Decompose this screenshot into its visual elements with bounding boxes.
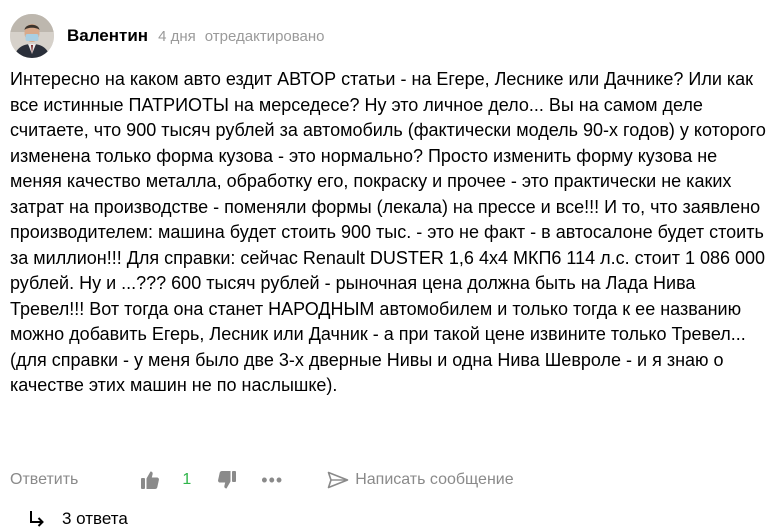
author-name[interactable]: Валентин — [67, 26, 148, 46]
replies-toggle[interactable]: 3 ответа — [28, 507, 128, 531]
reply-arrow-icon — [30, 511, 44, 527]
comment-time[interactable]: 4 дня — [158, 28, 196, 45]
dislike-button[interactable] — [217, 470, 237, 490]
like-count: 1 — [182, 471, 192, 488]
comment-text: Интересно на каком авто ездит АВТОР стат… — [10, 69, 766, 395]
thumbs-down-icon — [218, 471, 237, 489]
edited-label: отредактировано — [204, 27, 325, 45]
like-button[interactable] — [140, 470, 160, 490]
thumbs-up-icon — [141, 471, 160, 489]
comment-header: Валентин 4 дня отредактировано — [10, 14, 325, 58]
write-message-button[interactable]: Написать сообщение — [327, 471, 514, 489]
send-message-icon — [327, 471, 349, 489]
more-dots-icon[interactable]: ••• — [261, 471, 283, 489]
comment-actions: Ответить 1 ••• Написать сообщение — [10, 467, 514, 493]
replies-count: 3 ответа — [62, 509, 128, 528]
avatar[interactable] — [10, 14, 54, 58]
write-message-label: Написать сообщение — [355, 471, 514, 488]
avatar-image — [10, 14, 54, 58]
reply-button[interactable]: Ответить — [10, 471, 78, 489]
